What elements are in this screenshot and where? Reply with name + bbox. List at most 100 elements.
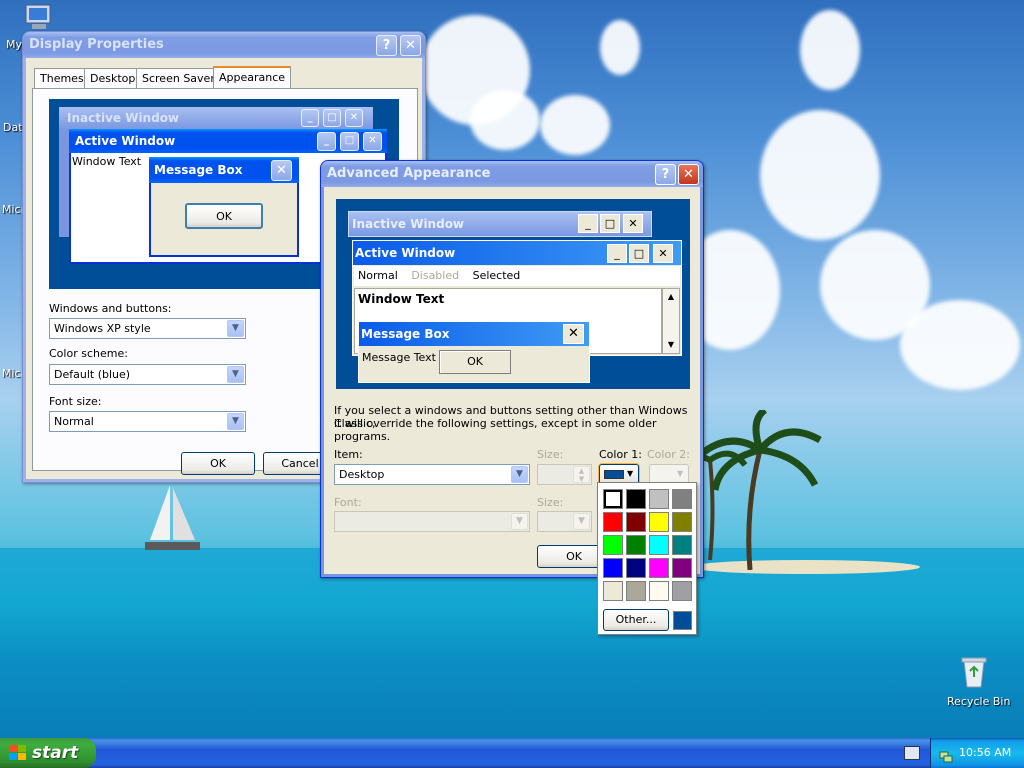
preview-ok-button: OK (185, 203, 263, 229)
font-size-value: Normal (54, 415, 94, 428)
color-scheme-label: Color scheme: (49, 347, 128, 360)
preview-menubar: Normal Disabled Selected (354, 266, 680, 286)
tab-desktop[interactable]: Desktop (84, 68, 142, 88)
minimize-icon: _ (607, 244, 627, 263)
color-swatch[interactable] (603, 512, 623, 532)
network-icon[interactable] (939, 746, 953, 763)
color-swatch[interactable] (626, 489, 646, 509)
color-swatch[interactable] (626, 581, 646, 601)
color-swatch[interactable] (626, 535, 646, 555)
font-size-label: Font size: (49, 395, 102, 408)
close-button[interactable]: ✕ (678, 164, 699, 185)
color-swatch[interactable] (649, 558, 669, 578)
maximize-icon: □ (600, 214, 620, 233)
tab-appearance[interactable]: Appearance (213, 66, 292, 88)
maximize-icon: □ (323, 109, 341, 127)
taskbar: start 10:56 AM (0, 738, 1024, 768)
size-label: Size: (537, 448, 564, 461)
minimize-icon: _ (301, 109, 319, 127)
ok-button[interactable]: OK (181, 452, 255, 475)
color-swatch[interactable] (649, 489, 669, 509)
color-swatch[interactable] (672, 489, 692, 509)
color-swatch[interactable] (649, 535, 669, 555)
item-label: Item: (334, 448, 363, 461)
item-select[interactable]: Desktop ▼ (334, 464, 530, 485)
chevron-down-icon: ▼ (627, 469, 634, 478)
window-title: Display Properties (29, 37, 164, 52)
color-scheme-select[interactable]: Default (blue) ▼ (49, 364, 246, 385)
chevron-down-icon: ▼ (227, 320, 244, 337)
spinner-icon: ▲ ▼ (573, 466, 590, 483)
color-swatch[interactable] (649, 581, 669, 601)
color2-label: Color 2: (647, 448, 690, 461)
color-swatch[interactable] (626, 558, 646, 578)
custom-color-swatch[interactable] (673, 611, 692, 630)
color1-swatch (604, 470, 624, 479)
close-icon: ✕ (345, 109, 363, 127)
help-button[interactable]: ? (376, 35, 397, 56)
info-text-line2: it will override the following settings,… (334, 417, 657, 443)
display-properties-titlebar[interactable]: Display Properties (23, 32, 425, 58)
color-swatch[interactable] (603, 581, 623, 601)
color-swatch[interactable] (649, 512, 669, 532)
color-swatch[interactable] (603, 535, 623, 555)
advanced-titlebar[interactable]: Advanced Appearance (321, 161, 703, 187)
close-icon: ✕ (563, 324, 584, 344)
color-swatch[interactable] (672, 512, 692, 532)
color-swatch[interactable] (603, 558, 623, 578)
preview-message-box: Message Box ✕ OK (149, 157, 299, 257)
windows-buttons-label: Windows and buttons: (49, 302, 172, 315)
system-tray: 10:56 AM (930, 738, 1024, 768)
color-swatch[interactable] (626, 512, 646, 532)
font-size-select[interactable]: ▼ (537, 511, 592, 532)
maximize-icon: □ (340, 132, 359, 151)
sailboat-image (145, 485, 200, 550)
item-value: Desktop (339, 468, 385, 481)
color-swatch-grid (598, 483, 698, 601)
chevron-down-icon: ▼ (511, 466, 528, 483)
close-button[interactable]: ✕ (400, 35, 421, 56)
chevron-down-icon: ▼ (677, 469, 684, 478)
advanced-preview: Inactive Window _ □ ✕ Active Window _ □ … (336, 199, 690, 389)
color-swatch[interactable] (672, 558, 692, 578)
preview-msgbox-text: Message Text (362, 351, 436, 364)
desktop-icon-label[interactable]: My (6, 38, 22, 51)
font-label: Font: (334, 496, 362, 509)
color-swatch[interactable] (672, 581, 692, 601)
font-size-select[interactable]: Normal ▼ (49, 411, 246, 432)
menu-disabled: Disabled (411, 269, 460, 282)
recycle-bin-label[interactable]: Recycle Bin (947, 695, 1010, 708)
window-title: Advanced Appearance (327, 166, 491, 181)
other-colors-button[interactable]: Other... (603, 609, 669, 631)
preview-msgbox-title: Message Box (359, 322, 589, 346)
menu-normal: Normal (358, 269, 398, 282)
color1-label: Color 1: (599, 448, 642, 461)
keyboard-icon[interactable] (904, 746, 920, 760)
windows-buttons-select[interactable]: Windows XP style ▼ (49, 318, 246, 339)
clock[interactable]: 10:56 AM (959, 746, 1011, 759)
tab-screen-saver[interactable]: Screen Saver (136, 68, 221, 88)
tab-themes[interactable]: Themes (34, 68, 90, 88)
scroll-up-icon: ▲ (667, 292, 675, 301)
close-icon: ✕ (653, 244, 673, 263)
help-button[interactable]: ? (655, 164, 676, 185)
start-label: start (32, 743, 79, 763)
color-swatch[interactable] (603, 489, 623, 509)
recycle-bin-icon[interactable] (958, 655, 990, 689)
my-computer-icon[interactable] (22, 2, 56, 32)
start-button[interactable]: start (0, 738, 96, 768)
preview-message-box: Message Box ✕ Message Text OK (358, 321, 590, 383)
scroll-down-icon: ▼ (667, 340, 675, 349)
maximize-icon: □ (629, 244, 649, 263)
font-select[interactable]: ▼ (334, 511, 530, 532)
preview-scrollbar: ▲ ▼ (662, 288, 680, 354)
color-swatch[interactable] (672, 535, 692, 555)
windows-buttons-value: Windows XP style (54, 322, 151, 335)
close-icon: ✕ (363, 132, 382, 151)
minimize-icon: _ (317, 132, 336, 151)
size-spinner[interactable]: ▲ ▼ (537, 464, 592, 485)
windows-logo-icon (9, 745, 26, 760)
chevron-down-icon: ▼ (573, 513, 590, 530)
palm-tree-image (690, 410, 822, 570)
preview-ok-button: OK (439, 350, 511, 374)
